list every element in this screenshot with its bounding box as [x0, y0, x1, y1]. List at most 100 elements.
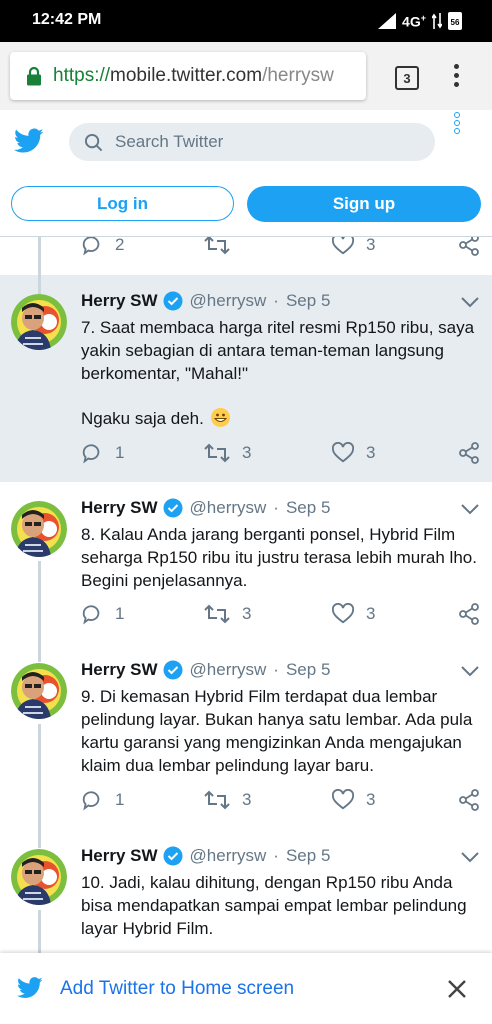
overflow-menu-icon[interactable] [450, 64, 462, 90]
author-handle: @herrysw [189, 846, 267, 865]
search-input[interactable] [113, 131, 417, 153]
tweet-date[interactable]: Sep 5 [286, 660, 330, 680]
tweet-actions: 1 3 3 [81, 789, 481, 811]
tweet-text: 7. Saat membaca harga ritel resmi Rp150 … [81, 318, 475, 383]
timeline: 2 3 Herry SW @herrysw · Sep 5 7. Saat me… [0, 237, 492, 953]
author-handle: @herrysw [189, 660, 267, 679]
heart-icon [332, 442, 354, 463]
thread-line [38, 275, 41, 294]
share-button[interactable] [458, 237, 480, 256]
like-button[interactable]: 3 [332, 237, 375, 256]
tweet[interactable]: Herry SW @herrysw · Sep 5 10. Jadi, kala… [0, 831, 492, 953]
separator: · [273, 660, 279, 679]
tweet-header: Herry SW @herrysw · Sep 5 [81, 846, 330, 866]
reply-icon [82, 237, 100, 256]
chevron-down-icon[interactable] [460, 664, 480, 678]
avatar[interactable] [11, 663, 67, 719]
tweet[interactable]: Herry SW @herrysw · Sep 5 9. Di kemasan … [0, 645, 492, 831]
avatar[interactable] [11, 294, 67, 350]
tab-switcher-button[interactable]: 3 [395, 66, 419, 90]
chevron-down-icon[interactable] [460, 502, 480, 516]
reply-button[interactable]: 1 [81, 789, 124, 811]
reply-button[interactable]: 1 [81, 442, 124, 464]
network-label: 4G+ [402, 12, 426, 30]
login-button[interactable]: Log in [11, 186, 234, 221]
url-text: https://mobile.twitter.com/herrysw [53, 65, 334, 86]
sim-badge: 56 [448, 12, 462, 30]
author-name[interactable]: Herry SW [81, 660, 158, 680]
banner-text[interactable]: Add Twitter to Home screen [60, 978, 294, 1000]
author-handle: @herrysw [189, 498, 267, 517]
retweet-icon [204, 604, 230, 624]
share-icon [459, 237, 479, 256]
retweet-button[interactable]: 3 [204, 603, 251, 625]
heart-icon [332, 237, 354, 255]
tweet-date[interactable]: Sep 5 [286, 291, 330, 311]
like-button[interactable]: 3 [332, 442, 375, 464]
signup-button[interactable]: Sign up [247, 186, 481, 222]
search-icon [84, 133, 103, 151]
author-name[interactable]: Herry SW [81, 291, 158, 311]
twitter-logo-icon [17, 977, 43, 998]
tweet[interactable]: Herry SW @herrysw · Sep 5 7. Saat membac… [0, 275, 492, 482]
search-field[interactable] [69, 123, 435, 161]
add-to-home-banner[interactable]: Add Twitter to Home screen [0, 953, 492, 1024]
status-time: 12:42 PM [32, 11, 102, 28]
tweet[interactable]: Herry SW @herrysw · Sep 5 8. Kalau Anda … [0, 482, 492, 645]
close-icon[interactable] [447, 979, 467, 999]
verified-badge-icon [163, 498, 183, 518]
lock-icon [27, 66, 41, 86]
avatar[interactable] [11, 501, 67, 557]
browser-toolbar: https://mobile.twitter.com/herrysw 3 [0, 42, 492, 110]
tweet-text-line: Ngaku saja deh. [81, 407, 481, 430]
thread-line [38, 645, 41, 662]
signal-icon [378, 13, 397, 29]
retweet-button[interactable]: 3 [204, 442, 251, 464]
more-options-icon[interactable] [454, 112, 462, 136]
tweet-actions: 1 3 3 [81, 442, 481, 464]
retweet-icon [204, 443, 230, 463]
tweet-header: Herry SW @herrysw · Sep 5 [81, 291, 330, 311]
retweet-button[interactable]: 3 [204, 789, 251, 811]
status-bar: 12:42 PM 4G+ 56 [0, 0, 492, 42]
share-icon [459, 442, 479, 464]
address-bar[interactable]: https://mobile.twitter.com/herrysw [10, 52, 366, 100]
tweet-actions: 2 3 [81, 237, 481, 256]
like-button[interactable]: 3 [332, 789, 375, 811]
heart-icon [332, 603, 354, 624]
status-icons: 4G+ 56 [378, 10, 462, 32]
retweet-button[interactable] [204, 237, 242, 256]
tweet-text: 10. Jadi, kalau dihitung, dengan Rp150 r… [81, 873, 467, 938]
share-button[interactable] [458, 442, 480, 464]
author-name[interactable]: Herry SW [81, 498, 158, 518]
reply-icon [82, 605, 100, 625]
share-button[interactable] [458, 789, 480, 811]
reply-icon [82, 791, 100, 811]
reply-button[interactable]: 1 [81, 603, 124, 625]
avatar[interactable] [11, 849, 67, 905]
grinning-face-emoji-icon [210, 408, 230, 427]
chevron-down-icon[interactable] [460, 295, 480, 309]
thread-line [38, 237, 41, 275]
share-button[interactable] [458, 603, 480, 625]
verified-badge-icon [163, 291, 183, 311]
author-name[interactable]: Herry SW [81, 846, 158, 866]
reply-icon [82, 444, 100, 464]
retweet-icon [204, 237, 230, 255]
like-button[interactable]: 3 [332, 603, 375, 625]
reply-button[interactable]: 2 [81, 237, 124, 256]
twitter-header: Log in Sign up [0, 110, 492, 237]
data-arrows-icon [432, 13, 442, 29]
separator: · [273, 498, 279, 517]
tweet-date[interactable]: Sep 5 [286, 498, 330, 518]
tweet-text: 9. Di kemasan Hybrid Film terdapat dua l… [81, 687, 473, 775]
thread-line [38, 831, 41, 848]
tweet-date[interactable]: Sep 5 [286, 846, 330, 866]
tweet-header: Herry SW @herrysw · Sep 5 [81, 660, 330, 680]
heart-icon [332, 789, 354, 810]
twitter-logo-icon[interactable] [14, 128, 44, 154]
share-icon [459, 789, 479, 811]
thread-line [38, 910, 41, 953]
retweet-icon [204, 790, 230, 810]
chevron-down-icon[interactable] [460, 850, 480, 864]
